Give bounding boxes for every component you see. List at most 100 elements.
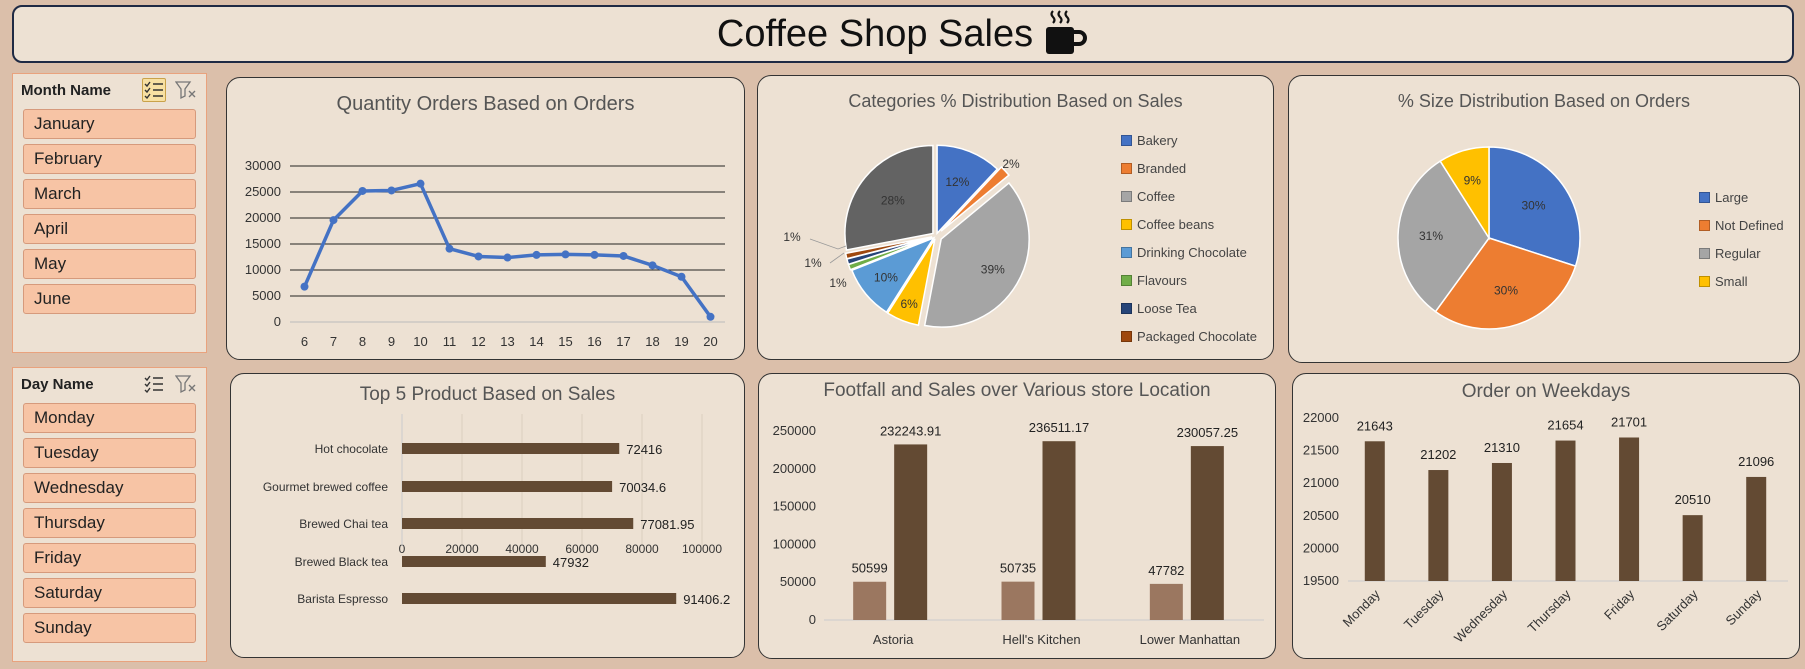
y-tick-label: 21000 bbox=[1303, 475, 1339, 490]
data-label: 6% bbox=[900, 297, 918, 311]
category-label: Hell's Kitchen bbox=[1002, 632, 1080, 647]
month-item-march[interactable]: March bbox=[23, 179, 196, 209]
data-point bbox=[590, 250, 599, 259]
day-item-friday[interactable]: Friday bbox=[23, 543, 196, 573]
y-tick-label: 20500 bbox=[1303, 508, 1339, 523]
dashboard-header: Coffee Shop Sales bbox=[12, 5, 1794, 63]
x-tick-label: 20000 bbox=[445, 542, 479, 556]
bar bbox=[402, 518, 634, 529]
month-item-may[interactable]: May bbox=[23, 249, 196, 279]
y-tick-label: 22000 bbox=[1303, 410, 1339, 425]
legend-swatch bbox=[1121, 274, 1132, 286]
month-item-january[interactable]: January bbox=[23, 109, 196, 139]
legend-item: Drinking Chocolate bbox=[1121, 238, 1257, 266]
data-label: 21202 bbox=[1420, 447, 1456, 462]
y-tick-label: 20000 bbox=[245, 210, 281, 225]
data-label: 50735 bbox=[1000, 561, 1036, 576]
category-label: Saturday bbox=[1653, 586, 1701, 634]
multi-select-icon[interactable] bbox=[142, 78, 166, 102]
size-distribution-chart: % Size Distribution Based on Orders 30% 3… bbox=[1288, 75, 1800, 363]
legend-swatch bbox=[1699, 275, 1710, 287]
data-label: 21643 bbox=[1357, 418, 1393, 433]
data-label: 232243.91 bbox=[880, 423, 941, 438]
quantity-orders-chart: Quantity Orders Based on Orders 0 5000 100… bbox=[226, 77, 745, 360]
month-item-february[interactable]: February bbox=[23, 144, 196, 174]
data-point bbox=[561, 250, 570, 259]
legend-label: Loose Tea bbox=[1137, 300, 1197, 316]
legend-item: Bakery bbox=[1121, 126, 1257, 154]
x-tick-label: 19 bbox=[674, 334, 688, 349]
bar bbox=[1428, 470, 1449, 581]
bar bbox=[1001, 581, 1035, 620]
legend-label: Small bbox=[1715, 273, 1748, 289]
month-item-june[interactable]: June bbox=[23, 284, 196, 314]
clear-filter-icon[interactable] bbox=[174, 78, 198, 102]
clear-filter-icon[interactable] bbox=[174, 372, 198, 396]
y-tick-label: 10000 bbox=[245, 262, 281, 277]
legend-swatch bbox=[1121, 134, 1132, 146]
y-tick-label: 30000 bbox=[245, 158, 281, 173]
leader-line bbox=[809, 238, 847, 250]
x-tick-label: 7 bbox=[330, 334, 337, 349]
y-tick-label: 25000 bbox=[245, 184, 281, 199]
data-label: 28% bbox=[881, 193, 905, 207]
bar bbox=[402, 593, 677, 604]
legend-item: Large bbox=[1699, 183, 1784, 211]
legend-swatch bbox=[1121, 162, 1132, 174]
day-item-thursday[interactable]: Thursday bbox=[23, 508, 196, 538]
x-tick-label: 40000 bbox=[505, 542, 539, 556]
data-label: 9% bbox=[1464, 173, 1482, 187]
category-label: Hot chocolate bbox=[315, 442, 389, 456]
category-label: Gourmet brewed coffee bbox=[263, 480, 389, 494]
month-slicer-title: Month Name bbox=[21, 81, 111, 99]
day-item-sunday[interactable]: Sunday bbox=[23, 613, 196, 643]
bar bbox=[853, 581, 887, 620]
x-tick-label: 12 bbox=[471, 334, 485, 349]
size-legend: Large Not Defined Regular Small bbox=[1699, 183, 1784, 295]
data-point bbox=[300, 282, 309, 291]
data-label: 47782 bbox=[1148, 563, 1184, 578]
day-item-wednesday[interactable]: Wednesday bbox=[23, 473, 196, 503]
footfall-sales-chart: Footfall and Sales over Various store Lo… bbox=[758, 373, 1276, 659]
bar bbox=[1042, 441, 1076, 620]
data-point bbox=[619, 251, 628, 260]
y-tick-label: 0 bbox=[274, 314, 281, 329]
y-tick-label: 200000 bbox=[773, 461, 816, 476]
legend-item: Regular bbox=[1699, 239, 1784, 267]
legend-label: Drinking Chocolate bbox=[1137, 244, 1247, 260]
data-point bbox=[329, 216, 338, 225]
bar bbox=[894, 444, 928, 620]
legend-swatch bbox=[1699, 191, 1710, 203]
day-item-tuesday[interactable]: Tuesday bbox=[23, 438, 196, 468]
category-label: Lower Manhattan bbox=[1140, 632, 1240, 647]
legend-label: Large bbox=[1715, 189, 1749, 205]
data-point bbox=[416, 179, 425, 188]
legend-item: Packaged Chocolate bbox=[1121, 322, 1257, 350]
day-slicer: Day Name Monday Tuesday Wednesday Thursday F… bbox=[12, 367, 207, 662]
x-tick-label: 18 bbox=[645, 334, 659, 349]
leader-line bbox=[829, 252, 845, 264]
category-label: Sunday bbox=[1723, 586, 1765, 628]
y-tick-label: 50000 bbox=[780, 574, 816, 589]
day-item-saturday[interactable]: Saturday bbox=[23, 578, 196, 608]
data-label: 70034.6 bbox=[619, 480, 666, 495]
y-tick-label: 100000 bbox=[773, 536, 816, 551]
legend-swatch bbox=[1121, 330, 1132, 342]
bar bbox=[1746, 476, 1767, 581]
multi-select-icon[interactable] bbox=[142, 372, 166, 396]
data-label: 21654 bbox=[1547, 418, 1583, 433]
data-label: 31% bbox=[1419, 229, 1443, 243]
data-label: 20510 bbox=[1675, 492, 1711, 507]
data-point bbox=[387, 186, 396, 195]
data-point bbox=[648, 261, 657, 270]
month-item-april[interactable]: April bbox=[23, 214, 196, 244]
bar bbox=[1190, 446, 1224, 620]
x-tick-label: 80000 bbox=[625, 542, 659, 556]
x-tick-label: 10 bbox=[413, 334, 427, 349]
data-label: 30% bbox=[1494, 283, 1518, 297]
category-legend: Bakery Branded Coffee Coffee beans Drinking … bbox=[1121, 126, 1257, 350]
data-label: 47932 bbox=[553, 555, 589, 570]
legend-swatch bbox=[1699, 219, 1710, 231]
day-item-monday[interactable]: Monday bbox=[23, 403, 196, 433]
y-tick-label: 19500 bbox=[1303, 573, 1339, 588]
